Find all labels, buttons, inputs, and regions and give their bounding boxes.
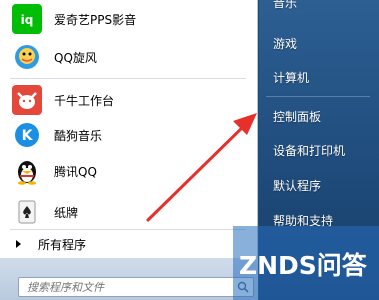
program-label: 纸牌 (54, 205, 79, 220)
search-input[interactable] (19, 278, 233, 296)
triangle-right-icon (16, 240, 21, 248)
program-item-solitaire[interactable]: 纸牌 (6, 195, 252, 229)
qq-penguin-icon (12, 156, 42, 186)
svg-text:K: K (22, 128, 34, 144)
program-item-qq-whirlwind[interactable]: QQ旋风 (6, 40, 252, 74)
menu-item-computer[interactable]: 计算机 (273, 69, 309, 86)
program-label: 千牛工作台 (54, 93, 115, 108)
all-programs-label: 所有程序 (38, 237, 87, 252)
program-item-qq[interactable]: 腾讯QQ (6, 154, 252, 188)
menu-item-games[interactable]: 游戏 (273, 35, 297, 52)
program-label: QQ旋风 (54, 50, 97, 65)
program-label: 酷狗音乐 (54, 128, 103, 143)
svg-text:iq: iq (21, 13, 34, 27)
menu-item-devices-printers[interactable]: 设备和打印机 (273, 142, 345, 159)
znds-watermark: ZNDS问答 (233, 226, 379, 300)
program-item-qianniu[interactable]: 千牛工作台 (6, 83, 252, 117)
divider (10, 229, 246, 230)
divider (10, 78, 246, 79)
kugou-icon: K (12, 120, 42, 150)
menu-item-default-programs[interactable]: 默认程序 (273, 177, 321, 194)
qq-whirlwind-icon (12, 42, 42, 72)
solitaire-icon (12, 197, 42, 227)
qianniu-icon (12, 85, 42, 115)
programs-panel: iq 爱奇艺PPS影音 QQ旋风 千牛工作台 K 酷狗音乐 腾讯QQ 纸牌 所有… (0, 0, 258, 258)
program-label: 腾讯QQ (54, 164, 97, 179)
menu-item-music[interactable]: 音乐 (273, 0, 297, 11)
iqiyi-icon: iq (12, 4, 42, 34)
all-programs-button[interactable]: 所有程序 (6, 232, 252, 256)
menu-item-control-panel[interactable]: 控制面板 (273, 108, 321, 125)
menu-separator (266, 96, 370, 97)
program-label: 爱奇艺PPS影音 (54, 12, 137, 27)
program-item-iqiyi[interactable]: iq 爱奇艺PPS影音 (6, 2, 252, 36)
search-box[interactable] (18, 277, 254, 297)
program-item-kugou[interactable]: K 酷狗音乐 (6, 118, 252, 152)
watermark-text: ZNDS问答 (239, 251, 368, 280)
